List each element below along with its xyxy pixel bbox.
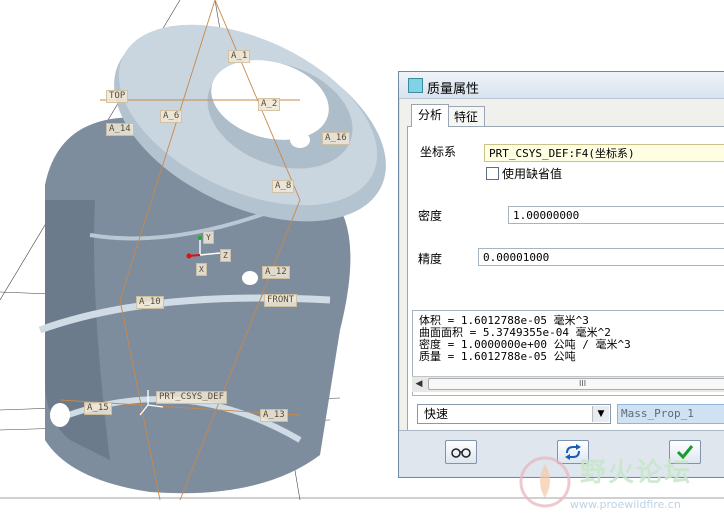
datum-label[interactable]: A_2: [258, 98, 281, 111]
datum-label[interactable]: A_14: [106, 123, 134, 136]
accuracy-input[interactable]: 0.00001000: [478, 248, 724, 266]
analysis-name-field[interactable]: Mass_Prop_1: [617, 404, 724, 424]
chevron-down-icon[interactable]: ▼: [592, 406, 609, 422]
axis-label-y: Y: [203, 231, 214, 244]
datum-label[interactable]: A_1: [228, 50, 251, 63]
forum-watermark: 野火论坛 www.proewildfire.cn: [515, 452, 724, 517]
scroll-left-icon[interactable]: ◀: [414, 379, 424, 390]
watermark-title: 野火论坛: [580, 458, 693, 488]
use-default-checkbox[interactable]: [486, 167, 499, 180]
datum-label[interactable]: A_6: [160, 110, 183, 123]
accuracy-label: 精度: [418, 252, 443, 266]
preview-button[interactable]: [445, 440, 477, 464]
results-hscrollbar[interactable]: ◀ III: [412, 376, 724, 392]
hole: [50, 403, 70, 427]
mass-properties-dialog: 质量属性 分析 特征 坐标系 PRT_CSYS_DEF:F4(坐标系) 使用缺省…: [398, 71, 724, 478]
axis-label-x: X: [196, 263, 207, 276]
datum-label[interactable]: TOP: [106, 90, 129, 103]
tab-feature[interactable]: 特征: [447, 106, 486, 127]
datum-label[interactable]: FRONT: [264, 294, 298, 307]
datum-label[interactable]: A_15: [84, 402, 112, 415]
use-default-label: 使用缺省值: [502, 167, 563, 181]
coord-system-label: 坐标系: [420, 145, 457, 159]
mode-value: 快速: [424, 407, 449, 421]
dialog-titlebar[interactable]: 质量属性: [399, 72, 724, 99]
flame-logo-icon: [519, 456, 571, 508]
result-mass: 质量 = 1.6012788e-05 公吨: [419, 350, 576, 363]
scroll-thumb[interactable]: III: [428, 378, 724, 390]
coord-system-field[interactable]: PRT_CSYS_DEF:F4(坐标系): [484, 144, 724, 162]
datum-label[interactable]: A_13: [260, 409, 288, 422]
datum-label[interactable]: A_10: [136, 296, 164, 309]
datum-label[interactable]: PRT_CSYS_DEF: [156, 391, 228, 404]
glasses-icon: [451, 448, 471, 458]
density-input[interactable]: 1.00000000: [508, 206, 724, 224]
hole: [242, 271, 258, 285]
datum-label[interactable]: A_16: [322, 132, 350, 145]
datum-label[interactable]: A_8: [272, 180, 295, 193]
watermark-url: www.proewildfire.cn: [570, 498, 681, 511]
dialog-title: 质量属性: [427, 82, 480, 97]
density-label: 密度: [418, 209, 443, 223]
scroll-grip: III: [579, 379, 587, 388]
datum-label[interactable]: A_12: [262, 266, 290, 279]
dialog-app-icon: [408, 78, 423, 93]
mode-dropdown[interactable]: 快速 ▼: [417, 404, 611, 424]
tab-analysis[interactable]: 分析: [411, 104, 450, 127]
hole: [290, 132, 310, 148]
axis-label-z: Z: [220, 249, 231, 262]
